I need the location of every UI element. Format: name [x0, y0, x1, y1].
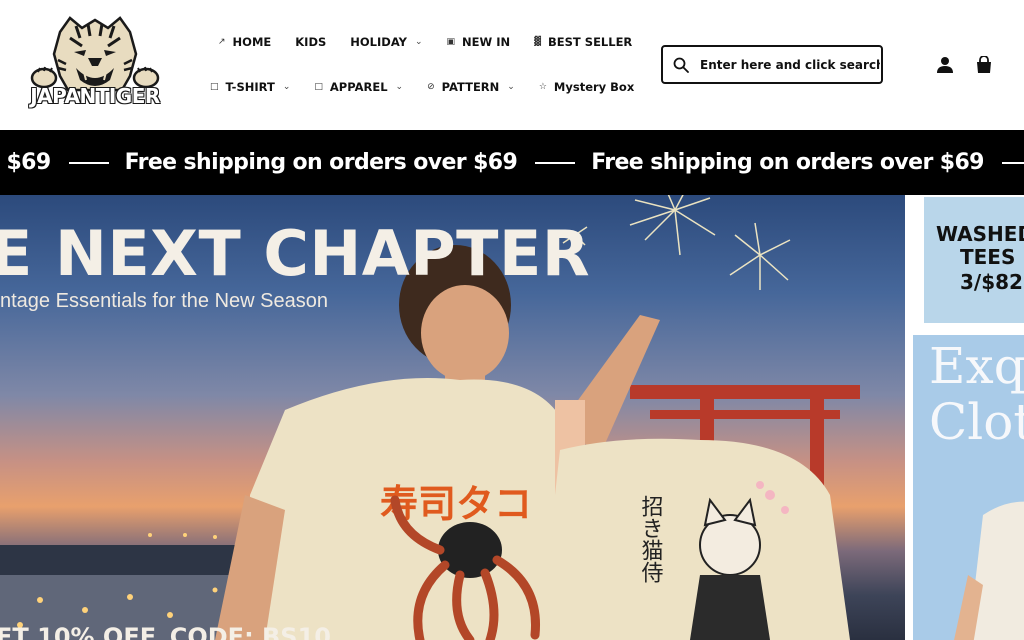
promo-card-line: WASHED: [936, 222, 1024, 246]
nav-t-shirt[interactable]: □ T-SHIRT ⌄: [210, 80, 290, 94]
shirt-icon: □: [210, 82, 219, 92]
cart-icon[interactable]: [975, 56, 993, 74]
exquisite-clothing-promo-card[interactable]: Exq Clot: [913, 335, 1024, 640]
marquee-divider: [535, 161, 576, 164]
shirt-print-text: 招き猫侍: [638, 495, 664, 583]
marquee-divider: [68, 161, 109, 164]
promo-card-line: Exq: [929, 337, 1024, 395]
primary-nav-row-1: ↗ HOME KIDS HOLIDAY ⌄ ▣ NEW IN ▓ BEST SE…: [218, 32, 656, 52]
promo-sidebar: WASHED TEES 3/$82 Exq Clot: [905, 195, 1024, 640]
tag-icon: ▣: [446, 37, 456, 47]
logo-wordmark: JAPANTIGER: [30, 83, 161, 108]
nav-t-shirt-label: T-SHIRT: [225, 80, 275, 94]
star-icon: ☆: [538, 82, 547, 92]
promo-card-line: TEES: [960, 245, 1016, 269]
model-photo: [954, 501, 1024, 640]
site-header: JAPANTIGER ↗ HOME KIDS HOLIDAY ⌄ ▣ NEW I…: [0, 0, 1024, 130]
nav-home-label: HOME: [232, 35, 272, 49]
primary-nav-row-2: □ T-SHIRT ⌄ □ APPAREL ⌄ ⊘ PATTERN ⌄ ☆ My…: [210, 77, 658, 97]
marquee-text: Free shipping on orders over $69: [124, 150, 518, 175]
search-box[interactable]: [661, 45, 883, 84]
nav-mystery-box-label: Mystery Box: [553, 80, 635, 94]
nav-new-in[interactable]: ▣ NEW IN: [447, 35, 511, 49]
external-link-icon: ↗: [218, 37, 226, 47]
chevron-down-icon: ⌄: [395, 82, 404, 92]
marquee-divider: [1001, 161, 1024, 164]
chevron-down-icon: ⌄: [282, 82, 291, 92]
hero-subtitle: ntage Essentials for the New Season: [0, 290, 328, 312]
account-icon[interactable]: [936, 56, 954, 74]
shirt-icon: □: [314, 82, 323, 92]
nav-apparel-label: APPAREL: [329, 80, 388, 94]
nav-best-seller-label: BEST SELLER: [548, 35, 633, 49]
nav-home[interactable]: ↗ HOME: [218, 35, 271, 49]
hero-banner[interactable]: 寿司タコ 招き猫侍 E NEXT CHAPTER ntage Essential…: [0, 195, 905, 640]
chevron-down-icon: ⌄: [507, 82, 515, 92]
marquee-text: s over $69: [0, 150, 51, 175]
nav-holiday[interactable]: HOLIDAY ⌄: [350, 35, 422, 49]
hero-title: E NEXT CHAPTER: [0, 217, 591, 290]
nav-pattern-label: PATTERN: [441, 80, 500, 94]
search-input[interactable]: [700, 57, 880, 72]
pattern-icon: ⊘: [427, 82, 435, 92]
washed-tees-promo-card[interactable]: WASHED TEES 3/$82: [924, 197, 1024, 323]
promo-code-text: ET 10% OFF, CODE: BS10: [0, 623, 331, 640]
chart-icon: ▓: [534, 37, 542, 47]
promo-card-line: Clot: [929, 393, 1024, 451]
nav-apparel[interactable]: □ APPAREL ⌄: [314, 80, 403, 94]
brand-logo[interactable]: JAPANTIGER: [30, 14, 161, 118]
nav-pattern[interactable]: ⊘ PATTERN ⌄: [427, 80, 515, 94]
nav-kids-label: KIDS: [295, 35, 327, 49]
nav-kids[interactable]: KIDS: [295, 35, 326, 49]
search-icon[interactable]: [673, 57, 689, 73]
marquee-track: s over $69 Free shipping on orders over …: [0, 130, 1024, 195]
shipping-marquee: s over $69 Free shipping on orders over …: [0, 130, 1024, 195]
nav-best-seller[interactable]: ▓ BEST SELLER: [534, 35, 632, 49]
nav-holiday-label: HOLIDAY: [350, 35, 407, 49]
marquee-text: Free shipping on orders over $69: [591, 150, 984, 175]
nav-new-in-label: NEW IN: [462, 35, 511, 49]
chevron-down-icon: ⌄: [414, 37, 423, 47]
promo-card-line: 3/$82: [960, 270, 1023, 294]
nav-mystery-box[interactable]: ☆ Mystery Box: [539, 80, 634, 94]
